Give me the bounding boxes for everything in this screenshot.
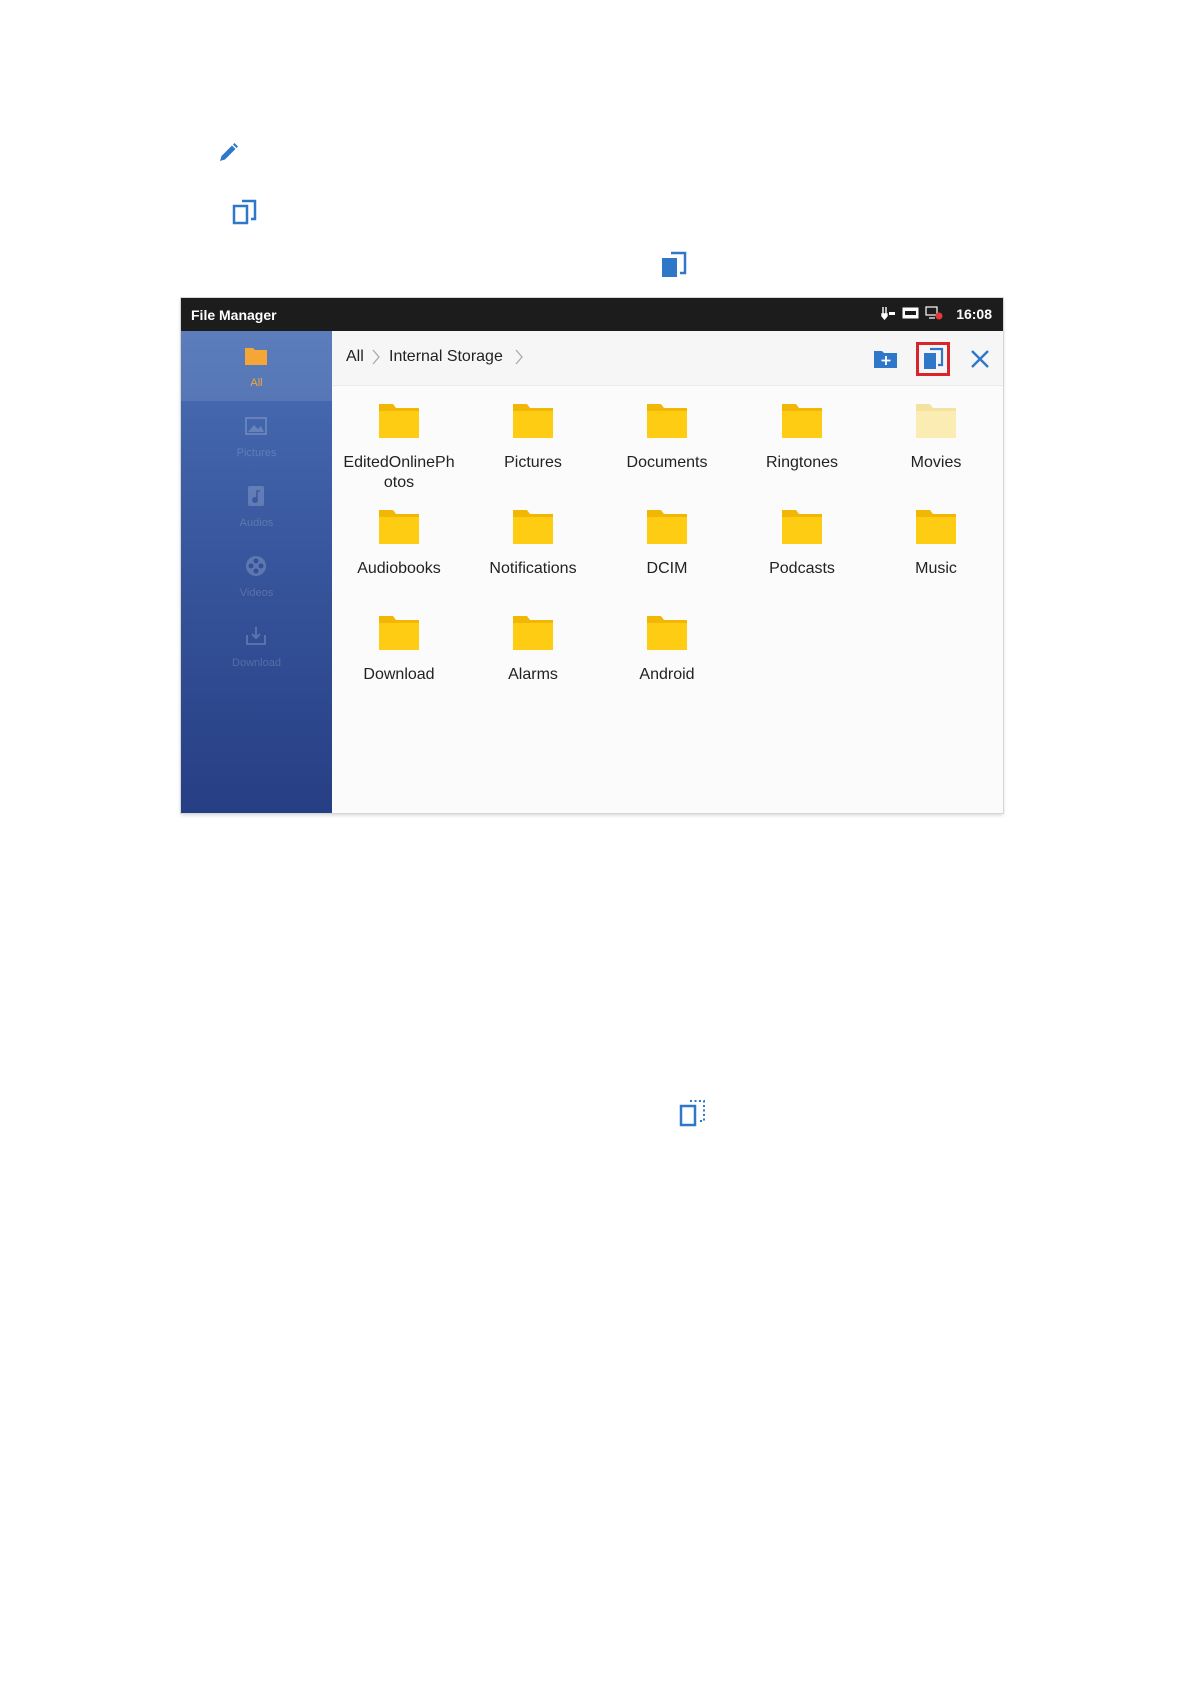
status-bar: File Manager 16:08	[181, 298, 1003, 331]
usb-power-icon	[881, 307, 895, 320]
status-clock: 16:08	[956, 306, 992, 322]
sidebar-item-label: All	[250, 377, 263, 389]
status-icons	[880, 306, 943, 320]
folder-item[interactable]: Notifications	[466, 492, 600, 592]
folder-item[interactable]: Audiobooks	[332, 492, 466, 592]
image-icon	[245, 417, 267, 435]
folder-label: Podcasts	[769, 560, 835, 577]
ftp-icon	[902, 307, 919, 319]
folder-icon	[782, 510, 822, 544]
folder-item[interactable]: Download	[332, 598, 466, 698]
folder-label: Download	[363, 666, 435, 683]
folder-icon	[379, 616, 419, 650]
folder-item[interactable]: Movies	[869, 386, 1003, 486]
sidebar-item-download[interactable]: Download	[181, 611, 332, 681]
folder-icon	[513, 616, 553, 650]
folder-item[interactable]: Pictures	[466, 386, 600, 486]
folder-label: Documents	[626, 454, 708, 471]
breadcrumb-all[interactable]: All	[346, 348, 364, 366]
folder-icon	[647, 404, 687, 438]
sidebar-item-label: Pictures	[236, 447, 277, 459]
folder-item[interactable]: Android	[600, 598, 734, 698]
copy-filled-icon	[924, 347, 944, 369]
network-error-icon	[925, 306, 943, 320]
folder-label: Music	[915, 560, 957, 577]
folder-item[interactable]: Ringtones	[735, 386, 869, 486]
folder-icon	[916, 510, 956, 544]
folder-item[interactable]: Documents	[600, 386, 734, 486]
sidebar: All Pictures Audios Videos Download	[181, 331, 332, 813]
sidebar-item-label: Videos	[239, 587, 274, 599]
folder-label: Movies	[910, 454, 962, 471]
folder-label: Audiobooks	[357, 560, 441, 577]
folder-icon	[513, 510, 553, 544]
chevron-right-icon	[372, 349, 380, 365]
folder-icon	[379, 510, 419, 544]
copy-button[interactable]	[916, 342, 950, 376]
sidebar-item-label: Audios	[239, 517, 274, 529]
folder-icon	[647, 616, 687, 650]
folder-label: Notifications	[489, 560, 577, 577]
sidebar-item-audios[interactable]: Audios	[181, 471, 332, 541]
music-icon	[248, 486, 264, 506]
folder-item[interactable]: DCIM	[600, 492, 734, 592]
folder-label: DCIM	[646, 560, 688, 577]
close-button[interactable]	[965, 344, 995, 374]
folder-item[interactable]: Alarms	[466, 598, 600, 698]
folder-item[interactable]: EditedOnlinePh otos	[332, 386, 466, 491]
copy-dashed-icon	[679, 1099, 707, 1127]
copy-filled-icon	[660, 251, 688, 279]
folder-icon	[916, 404, 956, 438]
chevron-right-icon	[515, 349, 523, 365]
sidebar-item-pictures[interactable]: Pictures	[181, 401, 332, 471]
new-folder-icon	[874, 351, 897, 368]
folder-label: Pictures	[504, 454, 562, 471]
app-title: File Manager	[191, 307, 277, 323]
folder-item[interactable]: Podcasts	[735, 492, 869, 592]
folder-label: Alarms	[508, 666, 558, 683]
folder-label: Android	[639, 666, 695, 683]
toolbar: All Internal Storage	[332, 331, 1003, 386]
pencil-icon	[217, 142, 239, 164]
folder-icon	[782, 404, 822, 438]
copy-outline-icon	[232, 199, 258, 225]
sidebar-item-all[interactable]: All	[181, 331, 332, 401]
folder-icon	[379, 404, 419, 438]
folder-icon	[647, 510, 687, 544]
close-icon	[971, 350, 989, 368]
folder-label: Ringtones	[765, 454, 839, 471]
file-manager-screenshot: File Manager 16:08 All Pictures Audios V…	[181, 298, 1003, 813]
new-folder-button[interactable]	[871, 344, 901, 374]
breadcrumb-internal-storage[interactable]: Internal Storage	[389, 348, 503, 366]
folder-label: EditedOnlinePh otos	[343, 454, 455, 491]
download-icon	[246, 627, 266, 645]
folder-icon	[513, 404, 553, 438]
sidebar-item-label: Download	[232, 657, 281, 669]
film-reel-icon	[246, 556, 266, 576]
main-content: All Internal Storage EditedOnlinePh otos…	[332, 331, 1003, 813]
sidebar-item-videos[interactable]: Videos	[181, 541, 332, 611]
folder-item[interactable]: Music	[869, 492, 1003, 592]
folder-icon	[245, 348, 267, 365]
